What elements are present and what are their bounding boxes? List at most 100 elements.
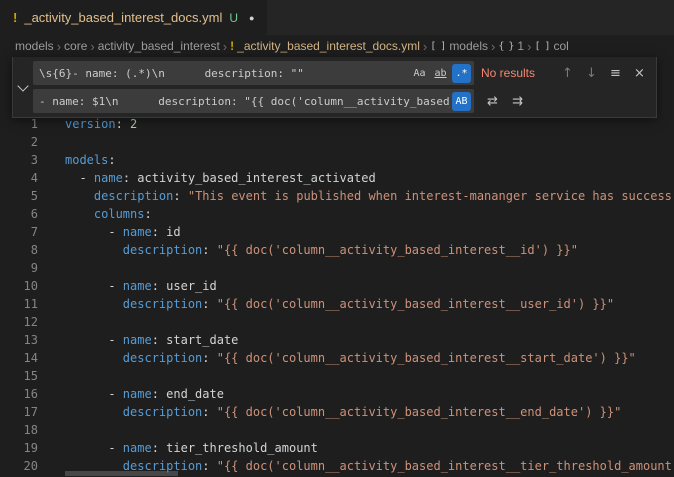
toggle-replace-button[interactable] [13, 57, 33, 117]
code-line-18: 18 [0, 421, 674, 439]
next-match-button[interactable]: ↓ [581, 63, 602, 84]
code-token: id [166, 225, 180, 239]
editor-tab[interactable]: ! _activity_based_interest_docs.yml U ● [0, 0, 267, 35]
find-input[interactable]: \s{6}- name: (.*)\n description: "" Aa a… [33, 61, 474, 85]
code-text: - name: activity_based_interest_activate… [65, 169, 674, 187]
code-token: name [123, 279, 152, 293]
code-token [65, 297, 123, 311]
code-token: : [152, 333, 166, 347]
editor-lines[interactable]: 1version: 223models:4 - name: activity_b… [0, 115, 674, 475]
code-token: : [202, 243, 216, 257]
breadcrumb-label: 1 [517, 39, 524, 53]
line-number: 14 [0, 349, 38, 367]
replace-all-button[interactable]: ⇉ [507, 91, 528, 112]
code-token: activity_based_interest_activated [137, 171, 375, 185]
breadcrumb-item-models[interactable]: models [15, 39, 54, 53]
code-token: "{{ doc('column__activity_based_interest… [217, 297, 614, 311]
find-in-selection-button[interactable]: ≡ [605, 63, 626, 84]
breadcrumb-item-col[interactable]: [ ] col [534, 39, 568, 53]
code-line-19: 19 - name: tier_threshold_amount [0, 439, 674, 457]
line-number: 5 [0, 187, 38, 205]
code-text [65, 133, 674, 151]
close-button[interactable]: × [629, 63, 650, 84]
array-icon: [ ] [534, 41, 549, 52]
whole-word-button[interactable]: ab [431, 64, 450, 83]
code-text: - name: end_date [65, 385, 674, 403]
breadcrumb-item-_activity_based_interest_docs.yml[interactable]: !_activity_based_interest_docs.yml [230, 39, 420, 53]
code-token: : [116, 117, 130, 131]
code-token: name [123, 441, 152, 455]
code-text: description: "{{ doc('column__activity_b… [65, 295, 674, 313]
code-line-6: 6 columns: [0, 205, 674, 223]
code-token: - [65, 387, 123, 401]
code-token: version [65, 117, 116, 131]
code-text: description: "This event is published wh… [65, 187, 674, 205]
code-token [65, 405, 123, 419]
code-token: - [65, 333, 123, 347]
code-token [65, 243, 123, 257]
warning-icon: ! [13, 10, 17, 25]
code-text [65, 259, 674, 277]
breadcrumb-item-core[interactable]: core [64, 39, 87, 53]
replace-input[interactable]: - name: $1\n description: "{{ doc('colum… [33, 89, 474, 113]
code-text: description: "{{ doc('column__activity_b… [65, 241, 674, 259]
code-token: "{{ doc('column__activity_based_interest… [217, 405, 622, 419]
breadcrumb-item-1[interactable]: { }1 [498, 39, 524, 53]
regex-button[interactable]: .* [452, 64, 471, 83]
breadcrumb-item-activity_based_interest[interactable]: activity_based_interest [98, 39, 220, 53]
code-token: : [152, 225, 166, 239]
code-token: - [65, 225, 123, 239]
code-line-2: 2 [0, 133, 674, 151]
code-text: models: [65, 151, 674, 169]
code-text [65, 313, 674, 331]
code-text [65, 367, 674, 385]
tab-filename: _activity_based_interest_docs.yml [24, 10, 222, 25]
code-line-15: 15 [0, 367, 674, 385]
line-number: 17 [0, 403, 38, 421]
code-token: : [202, 297, 216, 311]
line-number: 19 [0, 439, 38, 457]
match-case-button[interactable]: Aa [410, 64, 429, 83]
line-number: 18 [0, 421, 38, 439]
git-status-badge: U [229, 11, 238, 25]
code-token: description [94, 189, 173, 203]
code-token: - [65, 441, 123, 455]
line-number: 16 [0, 385, 38, 403]
line-number: 10 [0, 277, 38, 295]
preserve-case-button[interactable]: AB [452, 92, 471, 111]
code-line-9: 9 [0, 259, 674, 277]
line-number: 2 [0, 133, 38, 151]
horizontal-scrollbar[interactable] [65, 471, 178, 476]
code-line-3: 3models: [0, 151, 674, 169]
breadcrumb-separator: › [57, 39, 61, 54]
code-token: : [152, 279, 166, 293]
breadcrumb-separator: › [223, 39, 227, 54]
line-number: 4 [0, 169, 38, 187]
code-text: - name: user_id [65, 277, 674, 295]
breadcrumb-item-models[interactable]: [ ]models [430, 39, 488, 53]
code-line-8: 8 description: "{{ doc('column__activity… [0, 241, 674, 259]
code-line-5: 5 description: "This event is published … [0, 187, 674, 205]
code-token: description [123, 405, 202, 419]
code-token: user_id [166, 279, 217, 293]
line-number: 6 [0, 205, 38, 223]
code-token: name [123, 387, 152, 401]
code-token: - [65, 279, 123, 293]
previous-match-button[interactable]: ↑ [557, 63, 578, 84]
replace-actions: ⇄ ⇉ [482, 91, 528, 112]
breadcrumb-label: col [554, 39, 569, 53]
code-token: : [202, 405, 216, 419]
code-text: - name: start_date [65, 331, 674, 349]
breadcrumb-separator: › [491, 39, 495, 54]
line-number: 15 [0, 367, 38, 385]
code-token: start_date [166, 333, 238, 347]
find-results-count: No results [481, 66, 549, 80]
line-number: 20 [0, 457, 38, 475]
code-token: : [202, 351, 216, 365]
find-widget: \s{6}- name: (.*)\n description: "" Aa a… [12, 57, 657, 118]
breadcrumb-label: models [15, 39, 54, 53]
chevron-down-icon [17, 80, 28, 91]
replace-button[interactable]: ⇄ [482, 91, 503, 112]
code-token: : [202, 459, 216, 473]
dirty-indicator-icon[interactable]: ● [249, 13, 254, 23]
